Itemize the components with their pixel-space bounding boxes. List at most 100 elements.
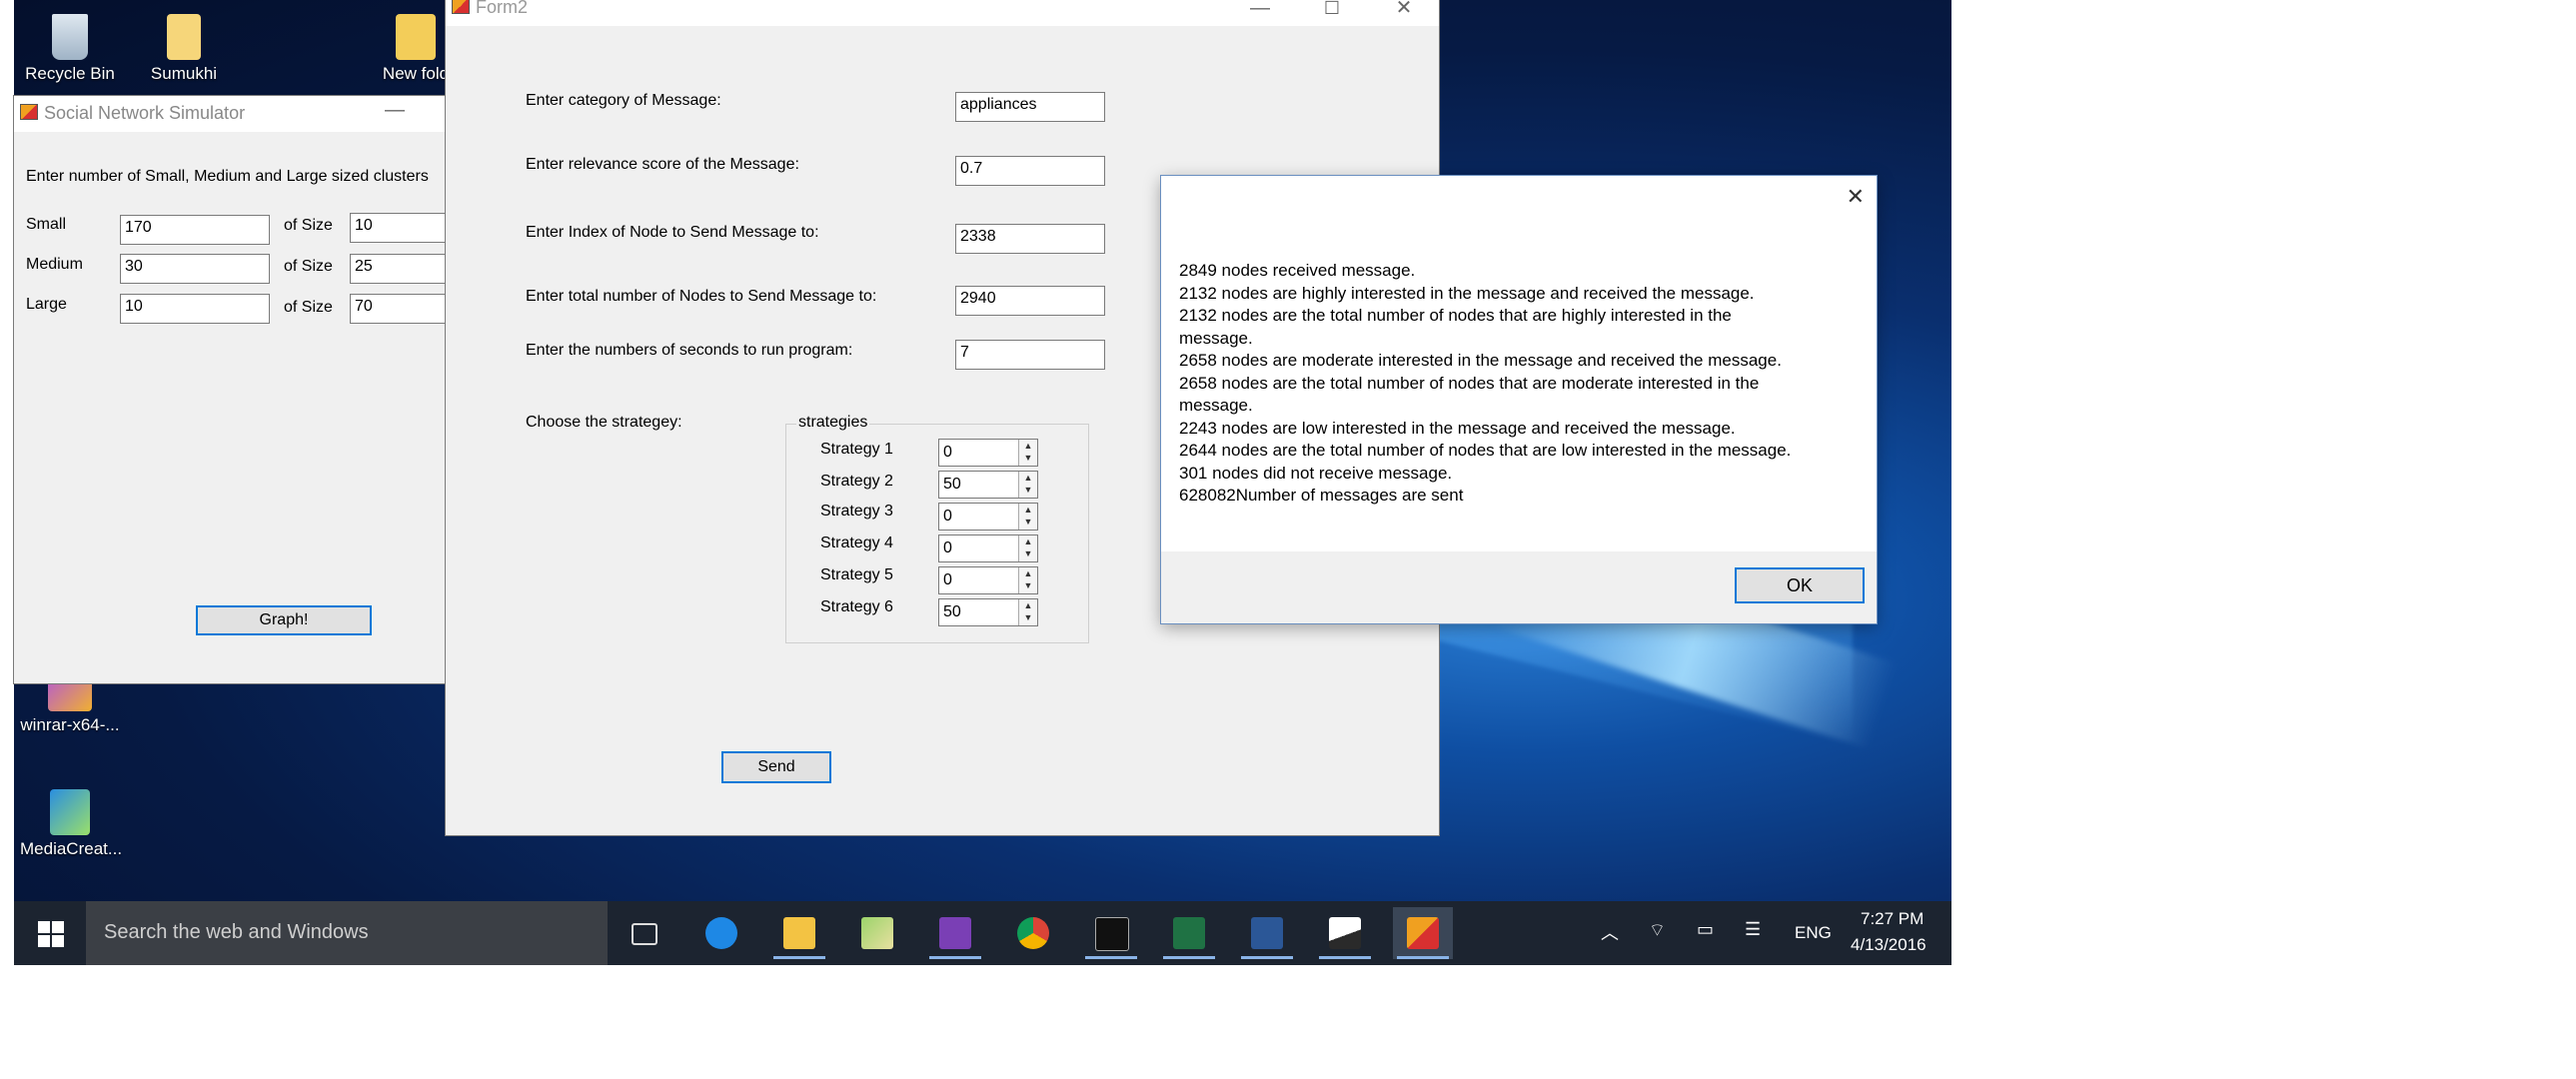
send-button[interactable]: Send	[721, 751, 831, 783]
strategy-3-stepper[interactable]: 0 ▲ ▼	[938, 503, 1038, 531]
minimize-icon[interactable]: —	[370, 96, 420, 126]
word-button[interactable]	[1237, 907, 1297, 959]
desktop-icon-mediacreation[interactable]: MediaCreat...	[20, 789, 122, 859]
message-line: 2658 nodes are moderate interested in th…	[1179, 351, 1782, 370]
strategy-3-label: Strategy 3	[820, 503, 893, 520]
strategy-4-label: Strategy 4	[820, 535, 893, 551]
strategy-label: Choose the strategey:	[526, 414, 682, 431]
updown-arrows-icon[interactable]: ▲ ▼	[1018, 536, 1037, 561]
size-label: of Size	[284, 217, 333, 234]
strategy-4-stepper[interactable]: 0 ▲ ▼	[938, 535, 1038, 562]
size-label: of Size	[284, 299, 333, 316]
running-indicator	[773, 956, 825, 959]
strategy-6-stepper[interactable]: 50 ▲ ▼	[938, 598, 1038, 626]
start-button[interactable]	[14, 901, 86, 965]
search-box[interactable]: Search the web and Windows	[86, 901, 608, 965]
recycle-bin-icon	[52, 14, 88, 60]
chrome-button[interactable]	[1003, 907, 1063, 959]
clusters-prompt: Enter number of Small, Medium and Large …	[26, 168, 429, 185]
strategy-2-stepper[interactable]: 50 ▲ ▼	[938, 471, 1038, 499]
large-label: Large	[26, 296, 67, 313]
window-title: Form2	[476, 0, 529, 17]
battery-icon[interactable]: ▭	[1697, 919, 1714, 940]
running-indicator	[1085, 956, 1137, 959]
window-titlebar[interactable]: Social Network Simulator —	[14, 96, 446, 132]
visual-studio-button[interactable]	[925, 907, 985, 959]
clock-date[interactable]: 4/13/2016	[1851, 935, 1927, 955]
message-line: message.	[1179, 396, 1253, 415]
category-input[interactable]: appliances	[955, 92, 1105, 122]
file-explorer-icon	[783, 917, 815, 949]
clock-time[interactable]: 7:27 PM	[1861, 909, 1924, 929]
app-icon	[20, 104, 38, 120]
desktop-icon-winrar[interactable]: winrar-x64-...	[20, 675, 120, 735]
message-line: 628082Number of messages are sent	[1179, 486, 1464, 505]
social-network-simulator-window: Social Network Simulator — Enter number …	[14, 96, 450, 683]
category-label: Enter category of Message:	[526, 92, 721, 109]
running-indicator	[1319, 956, 1371, 959]
desktop-icon-sumukhi[interactable]: Sumukhi	[134, 14, 234, 84]
updown-arrows-icon[interactable]: ▲ ▼	[1018, 504, 1037, 530]
graph-button[interactable]: Graph!	[196, 605, 372, 635]
desktop-icon-recycle-bin[interactable]: Recycle Bin	[20, 14, 120, 84]
updown-arrows-icon[interactable]: ▲ ▼	[1018, 440, 1037, 466]
medium-count-input[interactable]: 30	[120, 254, 270, 284]
strategy-5-label: Strategy 5	[820, 566, 893, 583]
photos-button[interactable]	[1315, 907, 1375, 959]
notepad-button[interactable]	[847, 907, 907, 959]
updown-arrows-icon[interactable]: ▲ ▼	[1018, 567, 1037, 593]
file-explorer-button[interactable]	[769, 907, 829, 959]
edge-button[interactable]	[691, 907, 751, 959]
action-center-icon[interactable]: ☰	[1745, 919, 1761, 940]
terminal-icon	[1095, 917, 1129, 951]
task-view-button[interactable]	[614, 907, 673, 959]
desktop-icon-label: New fold	[382, 64, 450, 83]
message-line: 2132 nodes are highly interested in the …	[1179, 283, 1755, 303]
strategy-5-stepper[interactable]: 0 ▲ ▼	[938, 566, 1038, 594]
language-indicator[interactable]: ENG	[1795, 923, 1832, 943]
taskbar: Search the web and Windows ︿ ⌔ ▭ ☰ ENG 7…	[14, 901, 1951, 965]
small-size-input[interactable]: 10	[350, 213, 450, 243]
message-line: 2849 nodes received message.	[1179, 261, 1416, 280]
updown-arrows-icon[interactable]: ▲ ▼	[1018, 472, 1037, 498]
show-hidden-icons-icon[interactable]: ︿	[1601, 919, 1619, 945]
window-titlebar[interactable]: Form2 — ☐ ✕	[446, 0, 1439, 26]
terminal-button[interactable]	[1081, 907, 1141, 959]
minimize-icon[interactable]: —	[1235, 0, 1285, 24]
message-line: 2658 nodes are the total number of nodes…	[1179, 373, 1760, 393]
total-nodes-input[interactable]: 2940	[955, 286, 1105, 316]
small-count-input[interactable]: 170	[120, 215, 270, 245]
photos-icon	[1329, 917, 1361, 949]
folder-icon	[396, 14, 436, 60]
relevance-input[interactable]: 0.7	[955, 156, 1105, 186]
chrome-icon	[1017, 917, 1049, 949]
large-count-input[interactable]: 10	[120, 294, 270, 324]
medium-size-input[interactable]: 25	[350, 254, 450, 284]
running-indicator	[1397, 956, 1449, 959]
large-size-input[interactable]: 70	[350, 294, 450, 324]
edge-icon	[705, 917, 737, 949]
wifi-icon[interactable]: ⌔	[1649, 919, 1666, 942]
updown-arrows-icon[interactable]: ▲ ▼	[1018, 599, 1037, 625]
strategy-2-label: Strategy 2	[820, 473, 893, 490]
excel-button[interactable]	[1159, 907, 1219, 959]
close-icon[interactable]: ✕	[1847, 184, 1865, 210]
size-label: of Size	[284, 258, 333, 275]
message-line: 2644 nodes are the total number of nodes…	[1179, 441, 1792, 460]
stepper-value: 50	[943, 476, 961, 493]
close-icon[interactable]: ✕	[1379, 0, 1429, 24]
relevance-label: Enter relevance score of the Message:	[526, 156, 799, 173]
strategy-6-label: Strategy 6	[820, 598, 893, 615]
desktop-icon-label: winrar-x64-...	[20, 715, 120, 734]
simulator-app-button[interactable]	[1393, 907, 1453, 959]
document-icon	[167, 14, 201, 60]
maximize-icon[interactable]: ☐	[1307, 0, 1357, 24]
simulator-app-icon	[1407, 917, 1439, 949]
strategy-1-stepper[interactable]: 0 ▲ ▼	[938, 439, 1038, 467]
seconds-input[interactable]: 7	[955, 340, 1105, 370]
search-placeholder: Search the web and Windows	[104, 921, 369, 943]
message-text: 2849 nodes received message. 2132 nodes …	[1179, 260, 1839, 508]
stepper-value: 50	[943, 603, 961, 620]
node-index-input[interactable]: 2338	[955, 224, 1105, 254]
ok-button[interactable]: OK	[1735, 567, 1865, 603]
